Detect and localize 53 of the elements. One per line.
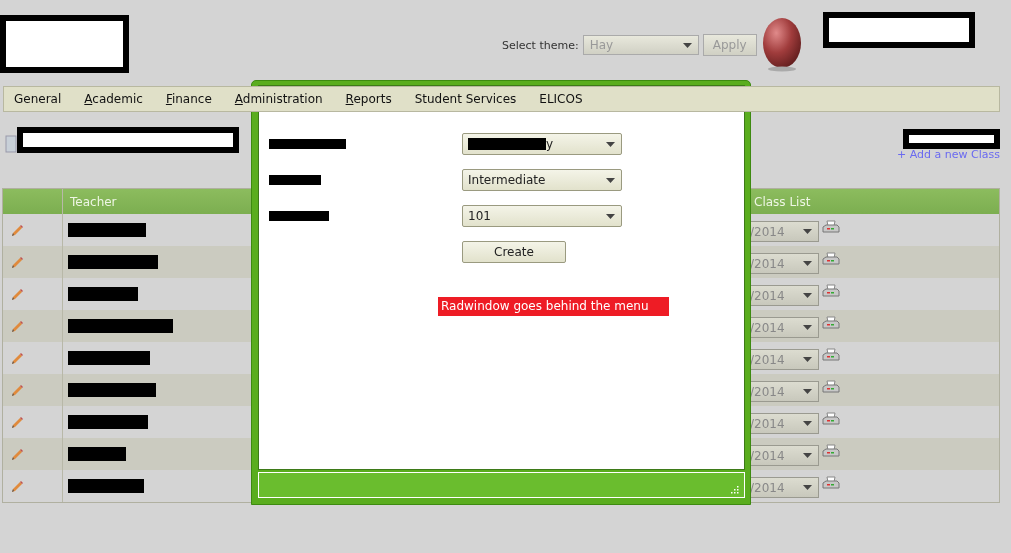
theme-label: Select theme: <box>502 38 579 52</box>
pencil-icon[interactable] <box>11 223 24 237</box>
caret-icon <box>682 42 692 48</box>
printer-icon[interactable] <box>822 284 840 299</box>
menu-item[interactable]: General <box>14 92 62 106</box>
redaction-block <box>68 447 126 461</box>
caret-icon <box>803 389 812 394</box>
caret-icon <box>606 141 615 147</box>
pencil-icon[interactable] <box>11 479 24 493</box>
printer-icon[interactable] <box>822 220 840 235</box>
dialog-select[interactable]: Intermediate <box>462 169 622 191</box>
column-header[interactable]: Teacher <box>70 194 117 209</box>
redaction-block <box>68 287 138 301</box>
printer-icon[interactable] <box>822 380 840 395</box>
caret-icon <box>803 453 812 458</box>
printer-icon[interactable] <box>822 252 840 267</box>
printer-icon[interactable] <box>822 348 840 363</box>
printer-icon[interactable] <box>822 444 840 459</box>
dialog-select[interactable]: 101 <box>462 205 622 227</box>
redaction-block <box>269 175 321 185</box>
pencil-icon[interactable] <box>11 383 24 397</box>
printer-icon[interactable] <box>822 412 840 427</box>
menu-item[interactable]: ELICOS <box>539 92 583 106</box>
printer-icon[interactable] <box>822 316 840 331</box>
pencil-icon[interactable] <box>11 255 24 269</box>
annotation-note: Radwindow goes behind the menu <box>438 297 669 316</box>
caret-icon <box>803 421 812 426</box>
caret-icon <box>803 261 812 266</box>
pencil-icon[interactable] <box>11 319 24 333</box>
menu-item[interactable]: Student Services <box>414 92 517 106</box>
caret-icon <box>803 325 812 330</box>
printer-icon[interactable] <box>822 476 840 491</box>
column-header[interactable]: Class List <box>754 194 811 209</box>
resize-grip-icon[interactable] <box>731 486 739 494</box>
caret-icon <box>803 293 812 298</box>
redaction-block <box>269 211 329 221</box>
page-icon <box>5 135 17 153</box>
menu-item[interactable]: Finance <box>165 92 212 106</box>
pencil-icon[interactable] <box>11 415 24 429</box>
pencil-icon[interactable] <box>11 287 24 301</box>
menu-item[interactable]: Reports <box>345 92 392 106</box>
caret-icon <box>803 229 812 234</box>
create-button[interactable]: Create <box>462 241 566 263</box>
add-class-link[interactable]: + Add a new Class <box>897 148 1000 161</box>
dialog-select[interactable]: y <box>462 133 622 155</box>
caret-icon <box>803 485 812 490</box>
menu-item[interactable]: Academic <box>84 92 143 106</box>
pencil-icon[interactable] <box>11 351 24 365</box>
egg-avatar-icon <box>761 18 802 72</box>
pencil-icon[interactable] <box>11 447 24 461</box>
caret-icon <box>606 177 615 183</box>
menu-item[interactable]: Administration <box>234 92 323 106</box>
caret-icon <box>803 357 812 362</box>
